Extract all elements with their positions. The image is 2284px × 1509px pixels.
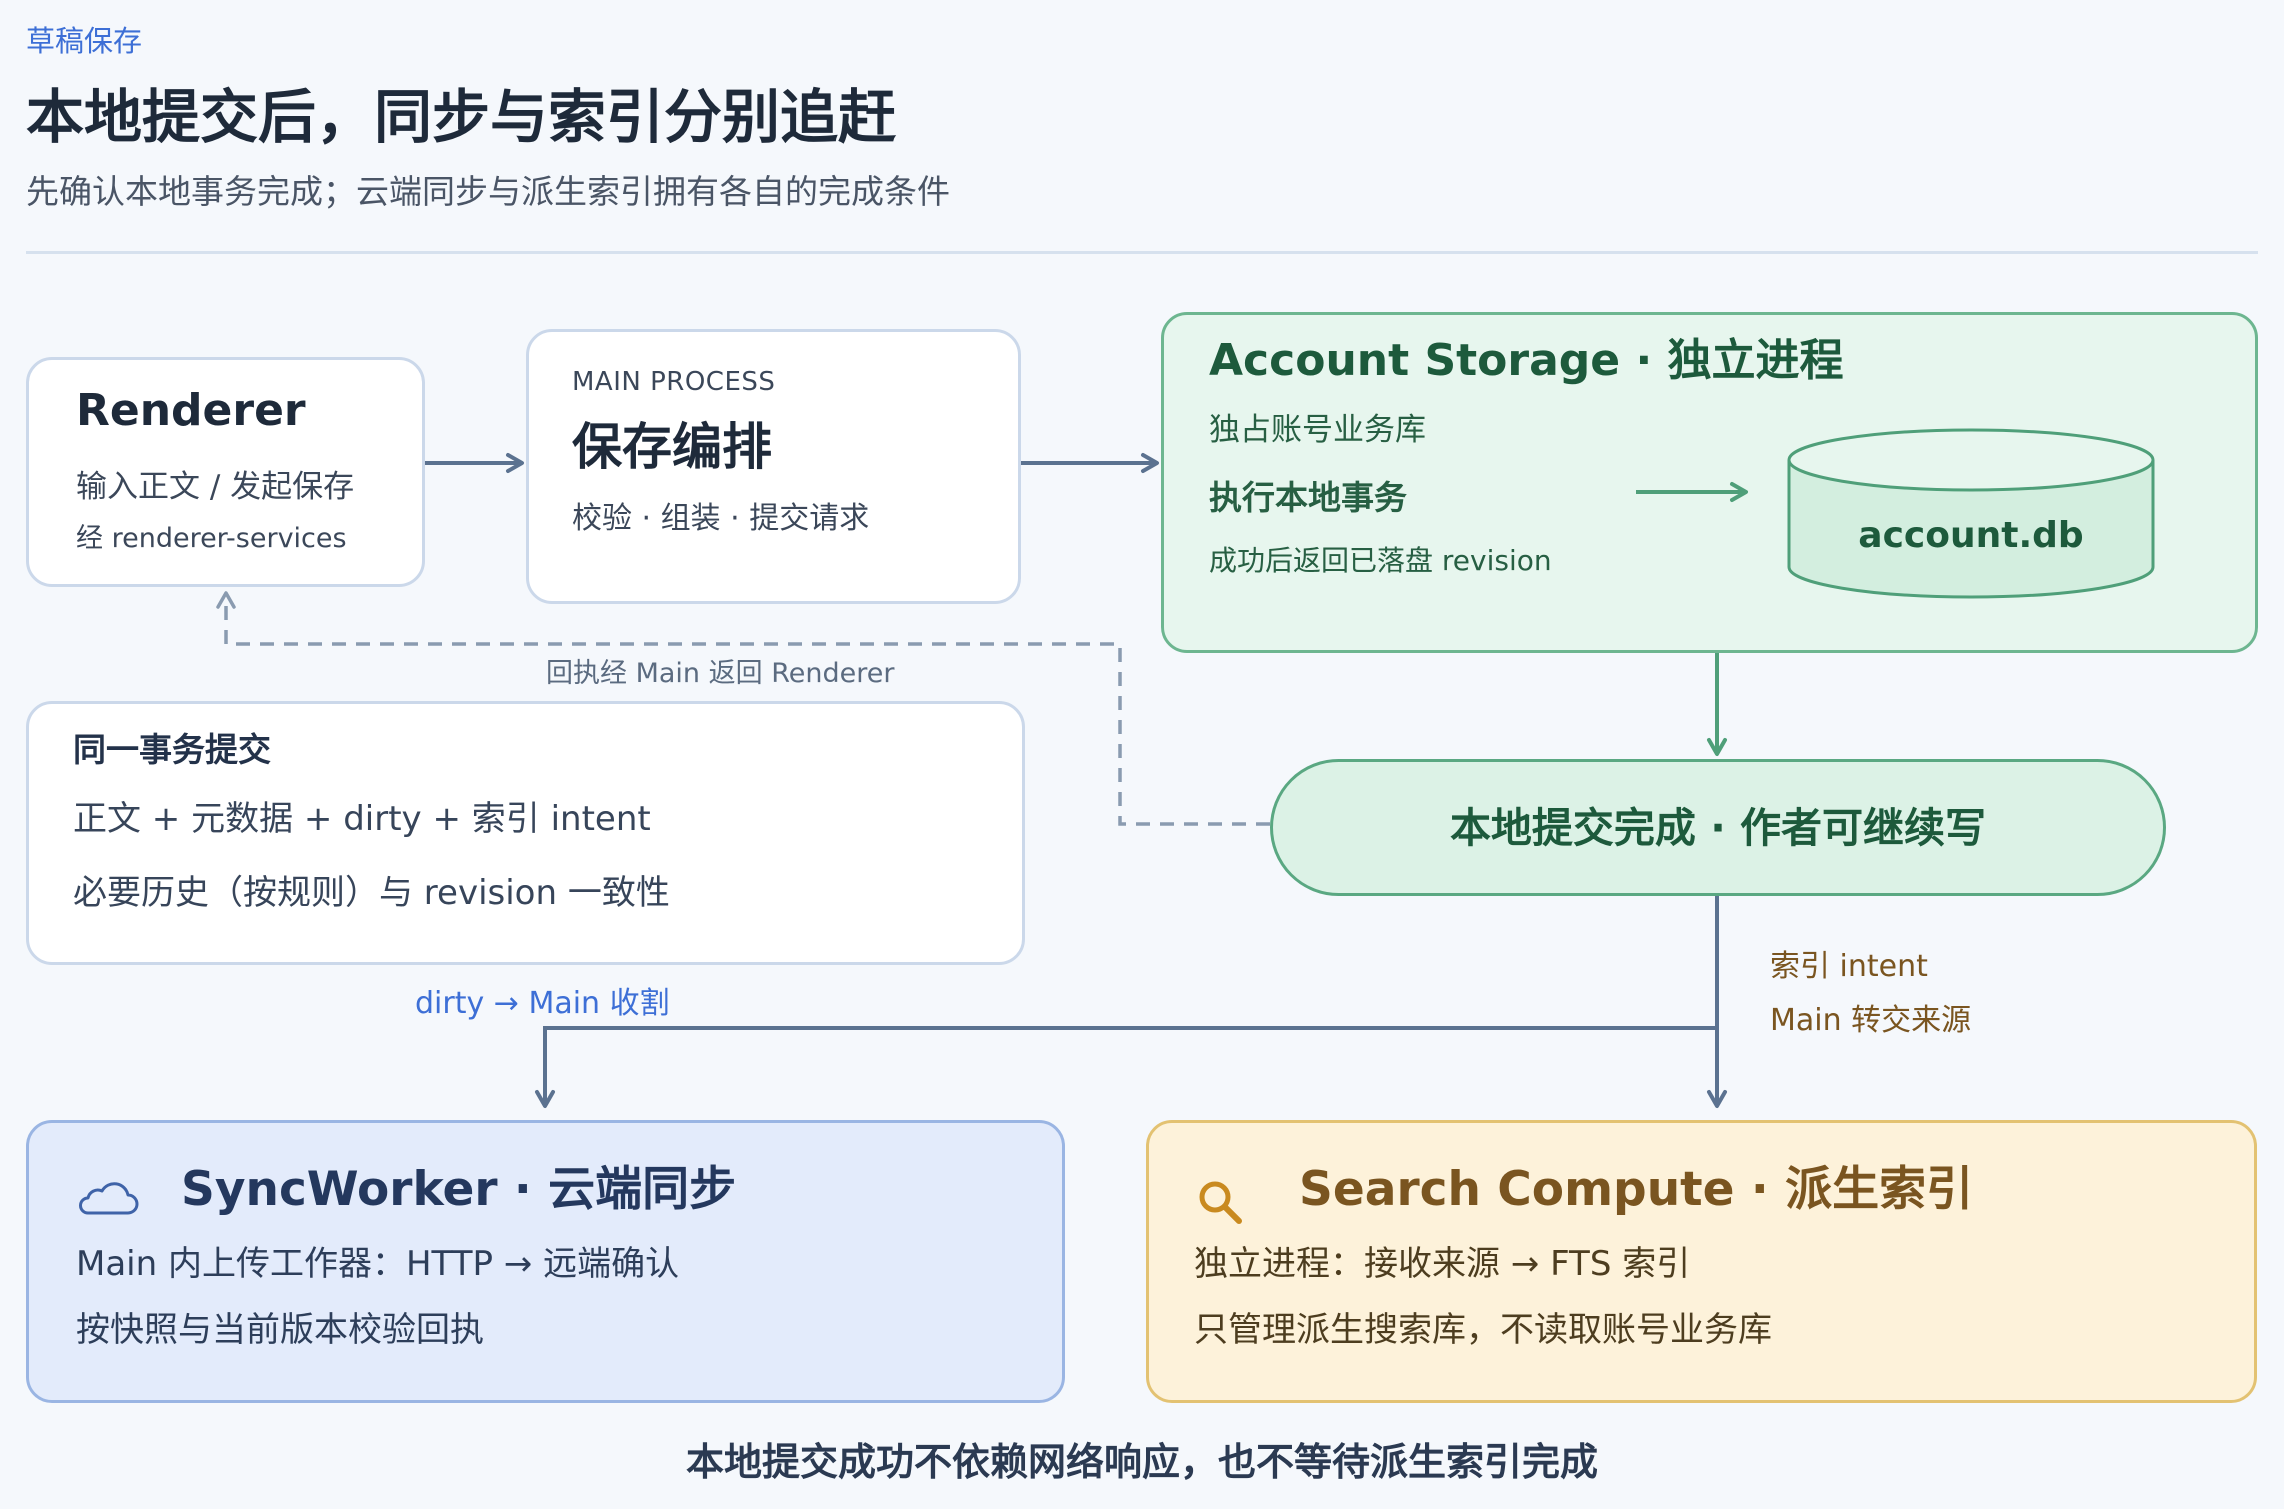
local-commit-label: 本地提交完成 · 作者可继续写	[1449, 803, 1987, 852]
account-storage-line-3: 成功后返回已落盘 revision	[1209, 544, 1552, 577]
search-compute-node: Search Compute · 派生索引 独立进程：接收来源 → FTS 索引…	[1146, 1120, 2257, 1403]
sync-worker-line-2: 按快照与当前版本校验回执	[76, 1310, 484, 1350]
sync-worker-title: SyncWorker · 云端同步	[181, 1162, 737, 1217]
main-process-node: MAIN PROCESS 保存编排 校验 · 组装 · 提交请求	[526, 329, 1021, 604]
search-compute-title: Search Compute · 派生索引	[1299, 1162, 1974, 1217]
local-commit-node: 本地提交完成 · 作者可继续写	[1270, 759, 2166, 896]
cloud-icon	[76, 1181, 140, 1217]
page-title: 本地提交后，同步与索引分别追赶	[26, 83, 897, 151]
transaction-title: 同一事务提交	[73, 730, 271, 769]
main-process-line-1: 校验 · 组装 · 提交请求	[572, 501, 870, 536]
sync-worker-line-1: Main 内上传工作器：HTTP → 远端确认	[76, 1244, 680, 1284]
dirty-edge-label: dirty → Main 收割	[415, 986, 670, 1021]
renderer-line-2: 经 renderer-services	[76, 523, 347, 554]
account-storage-line-2: 执行本地事务	[1209, 478, 1407, 517]
transaction-line-2: 必要历史（按规则）与 revision 一致性	[73, 873, 670, 913]
renderer-title: Renderer	[76, 385, 306, 436]
sync-worker-node: SyncWorker · 云端同步 Main 内上传工作器：HTTP → 远端确…	[26, 1120, 1065, 1403]
search-compute-line-1: 独立进程：接收来源 → FTS 索引	[1194, 1244, 1691, 1284]
account-storage-title: Account Storage · 独立进程	[1209, 335, 1844, 386]
index-edge-label-1: 索引 intent	[1770, 949, 1928, 984]
header-divider	[26, 251, 2258, 254]
arrow-branch-to-sync-worker	[535, 1026, 1717, 1108]
account-storage-node: Account Storage · 独立进程 独占账号业务库 执行本地事务 成功…	[1161, 312, 2258, 653]
diagram-eyebrow: 草稿保存	[26, 24, 143, 58]
transaction-line-1: 正文 + 元数据 + dirty + 索引 intent	[73, 799, 651, 839]
footer-note: 本地提交成功不依赖网络响应，也不等待派生索引完成	[685, 1440, 1598, 1484]
transaction-node: 同一事务提交 正文 + 元数据 + dirty + 索引 intent 必要历史…	[26, 701, 1025, 965]
index-edge-label-2: Main 转交来源	[1770, 1003, 1972, 1038]
search-compute-line-2: 只管理派生搜索库，不读取账号业务库	[1194, 1310, 1772, 1350]
main-process-title: 保存编排	[572, 418, 772, 476]
search-icon	[1194, 1176, 1246, 1228]
renderer-node: Renderer 输入正文 / 发起保存 经 renderer-services	[26, 357, 425, 587]
receipt-edge-label: 回执经 Main 返回 Renderer	[546, 658, 895, 689]
account-storage-line-1: 独占账号业务库	[1209, 412, 1426, 448]
main-process-eyebrow: MAIN PROCESS	[572, 367, 776, 397]
page-subtitle: 先确认本地事务完成；云端同步与派生索引拥有各自的完成条件	[26, 172, 950, 211]
renderer-line-1: 输入正文 / 发起保存	[76, 469, 355, 505]
